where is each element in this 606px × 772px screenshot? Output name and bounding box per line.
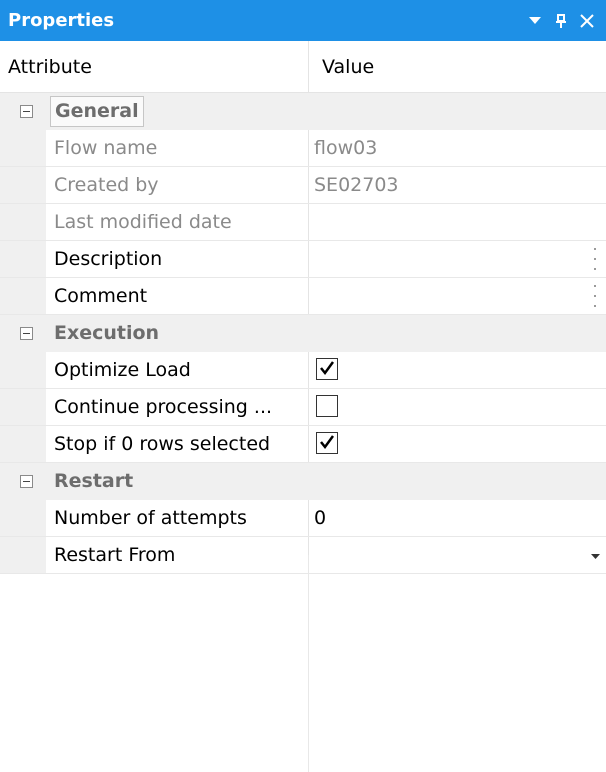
property-label: Created by [54,174,159,196]
chevron-down-icon[interactable] [522,0,548,41]
category-label-execution: Execution [54,322,160,344]
checkmark-icon [320,361,335,376]
collapse-icon[interactable] [20,327,33,340]
cell-divider [308,130,309,166]
property-row-stop-if-zero[interactable]: Stop if 0 rows selected [0,426,606,463]
more-options-icon[interactable] [594,248,598,270]
property-label: Stop if 0 rows selected [54,433,271,455]
cell-divider [308,167,309,203]
properties-titlebar: Properties [0,0,606,41]
property-value: SE02703 [314,174,399,196]
property-row-comment[interactable]: Comment [0,278,606,315]
more-options-icon[interactable] [594,285,598,307]
property-label: Number of attempts [54,507,247,529]
property-row-flow-name[interactable]: Flow name flow03 [0,130,606,167]
row-gutter [0,389,46,425]
property-row-continue-processing[interactable]: Continue processing ... [0,389,606,426]
property-row-created-by[interactable]: Created by SE02703 [0,167,606,204]
cell-divider [308,241,309,277]
row-gutter [0,130,46,166]
row-gutter [0,278,46,314]
row-gutter [0,426,46,462]
column-divider [308,555,309,772]
pin-icon[interactable] [548,0,574,41]
property-row-last-modified[interactable]: Last modified date [0,204,606,241]
value-column-header[interactable]: Value [322,41,374,93]
category-restart[interactable]: Restart [0,463,606,500]
attempts-field[interactable]: 0 [314,500,326,536]
cell-divider [308,204,309,240]
cell-divider [308,352,309,388]
collapse-icon[interactable] [20,475,33,488]
property-grid: General Flow name flow03 Created by SE02… [0,93,606,574]
property-label: Last modified date [54,211,232,233]
cell-divider [308,389,309,425]
property-label: Flow name [54,137,158,159]
checkmark-icon [320,435,335,450]
row-gutter [0,241,46,277]
continue-processing-checkbox[interactable] [316,395,338,417]
collapse-icon[interactable] [20,105,33,118]
stop-if-zero-checkbox[interactable] [316,432,338,454]
category-general[interactable]: General [0,93,606,130]
cell-divider [308,426,309,462]
cell-divider [308,278,309,314]
attribute-column-header[interactable]: Attribute [8,41,92,93]
property-row-description[interactable]: Description [0,241,606,278]
property-label: Continue processing ... [54,396,273,418]
panel-title: Properties [8,10,115,31]
close-icon[interactable] [574,0,600,41]
property-row-attempts[interactable]: Number of attempts 0 [0,500,606,537]
property-label: Comment [54,285,148,307]
property-label: Description [54,248,163,270]
property-value: flow03 [314,137,378,159]
optimize-load-checkbox[interactable] [316,358,338,380]
column-divider[interactable] [308,41,309,93]
property-row-optimize-load[interactable]: Optimize Load [0,352,606,389]
row-gutter [0,204,46,240]
category-label-general: General [50,96,144,127]
category-label-restart: Restart [54,470,134,492]
row-gutter [0,167,46,203]
cell-divider [308,500,309,536]
row-gutter [0,352,46,388]
row-gutter [0,500,46,536]
grid-header: Attribute Value [0,41,606,93]
property-label: Optimize Load [54,359,191,381]
grid-empty-area [0,555,606,772]
category-execution[interactable]: Execution [0,315,606,352]
